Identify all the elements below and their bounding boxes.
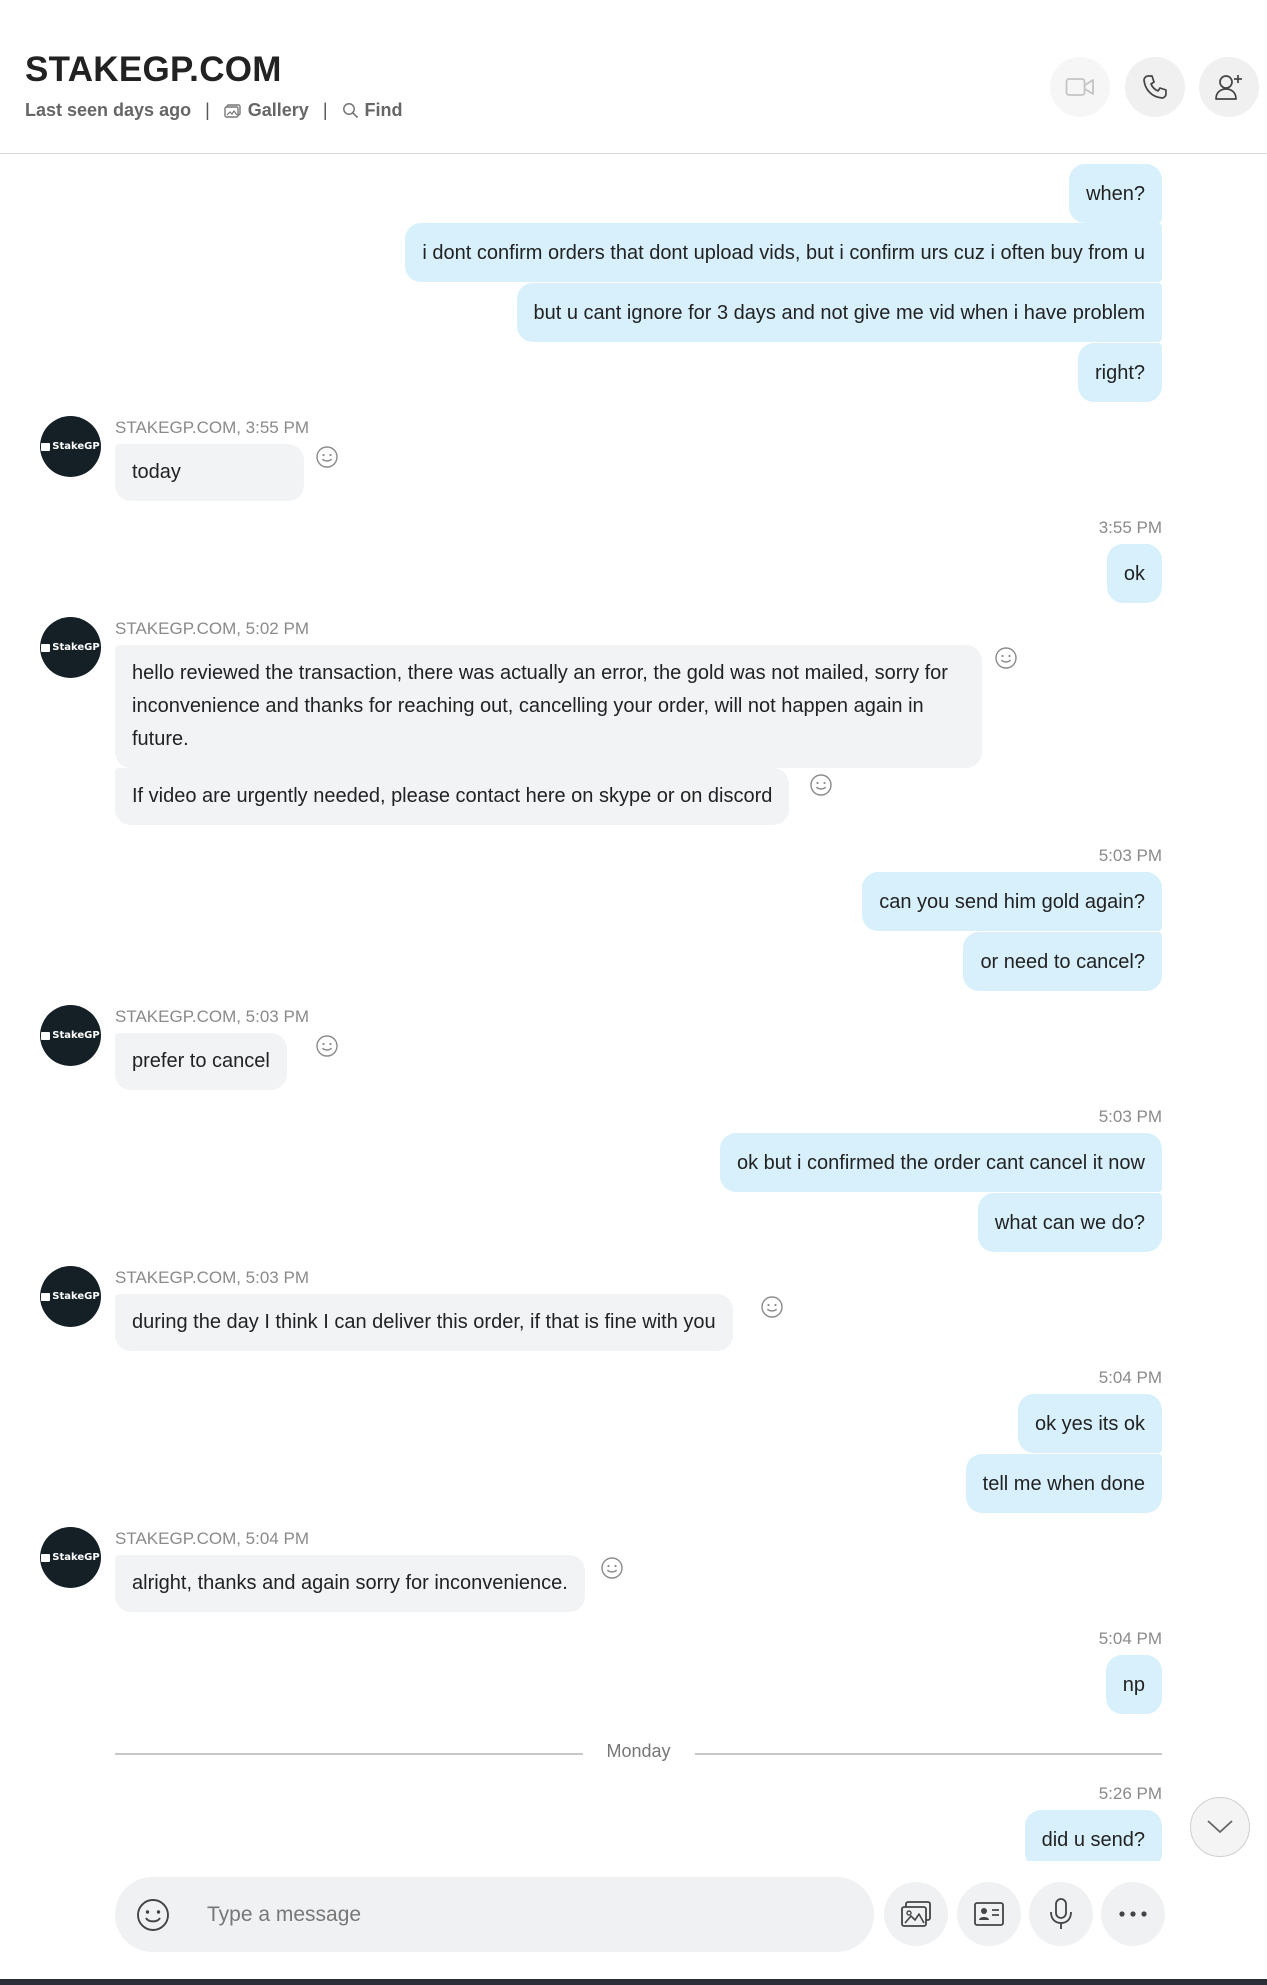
avatar-text: StakeGP [52, 1030, 100, 1041]
audio-call-button[interactable] [1125, 57, 1185, 117]
find-label: Find [364, 100, 403, 120]
last-seen-status: Last seen days ago [25, 100, 192, 120]
outgoing-message[interactable]: ok but i confirmed the order cant cancel… [720, 1133, 1162, 1192]
message-timestamp: 5:03 PM [1098, 1107, 1162, 1126]
avatar[interactable]: StakeGP [40, 1005, 101, 1066]
day-divider: Monday [115, 1741, 1162, 1765]
outgoing-message[interactable]: can you send him gold again? [862, 872, 1162, 931]
add-reaction-icon[interactable] [600, 1556, 624, 1580]
message-timestamp: 5:04 PM [1098, 1368, 1162, 1387]
avatar-text: StakeGP [52, 1552, 100, 1563]
chat-subbar: Last seen days ago | Gallery | Find [25, 100, 403, 121]
avatar[interactable]: StakeGP [40, 617, 101, 678]
add-people-button[interactable] [1199, 57, 1259, 117]
add-reaction-icon[interactable] [315, 445, 339, 469]
outgoing-message[interactable]: what can we do? [977, 1193, 1162, 1252]
outgoing-message[interactable]: or need to cancel? [963, 932, 1162, 991]
avatar-text: StakeGP [52, 1291, 100, 1302]
incoming-message[interactable]: today [115, 444, 304, 501]
message-timestamp: 5:03 PM [1098, 846, 1162, 865]
day-divider-label: Monday [606, 1741, 671, 1761]
outgoing-message[interactable]: tell me when done [965, 1454, 1162, 1513]
add-reaction-icon[interactable] [994, 646, 1018, 670]
record-audio-button[interactable] [1029, 1882, 1093, 1946]
avatar[interactable]: StakeGP [40, 1527, 101, 1588]
incoming-message[interactable]: prefer to cancel [115, 1033, 287, 1090]
outgoing-message[interactable]: np [1105, 1655, 1162, 1714]
sender-timestamp: STAKEGP.COM, 5:03 PM [115, 1268, 309, 1287]
sender-timestamp: STAKEGP.COM, 5:04 PM [115, 1529, 309, 1548]
gallery-icon [901, 1901, 931, 1927]
outgoing-message[interactable]: when? [1069, 164, 1162, 223]
search-icon [342, 103, 358, 119]
message-list[interactable]: when? i dont confirm orders that dont up… [0, 156, 1267, 1861]
gallery-icon [224, 103, 241, 118]
send-media-button[interactable] [884, 1882, 948, 1946]
avatar[interactable]: StakeGP [40, 1266, 101, 1327]
incoming-message[interactable]: If video are urgently needed, please con… [115, 768, 790, 825]
add-reaction-icon[interactable] [760, 1295, 784, 1319]
separator: | [322, 100, 328, 120]
sender-timestamp: STAKEGP.COM, 3:55 PM [115, 418, 309, 437]
message-input[interactable] [207, 1896, 827, 1934]
message-timestamp: 5:26 PM [1098, 1784, 1162, 1803]
outgoing-message[interactable]: i dont confirm orders that dont upload v… [405, 223, 1162, 282]
outgoing-message[interactable]: right? [1077, 343, 1162, 402]
chat-title[interactable]: STAKEGP.COM [25, 50, 282, 90]
send-contact-button[interactable] [957, 1882, 1021, 1946]
incoming-message[interactable]: alright, thanks and again sorry for inco… [115, 1555, 585, 1612]
incoming-message[interactable]: during the day I think I can deliver thi… [115, 1294, 733, 1351]
microphone-icon [1050, 1898, 1072, 1929]
emoji-icon[interactable] [135, 1897, 171, 1933]
message-timestamp: 5:04 PM [1098, 1629, 1162, 1648]
find-link[interactable]: Find [342, 100, 403, 121]
sender-timestamp: STAKEGP.COM, 5:02 PM [115, 619, 309, 638]
outgoing-message[interactable]: did u send? [1024, 1810, 1162, 1861]
gallery-label: Gallery [247, 100, 309, 120]
phone-icon [1143, 75, 1167, 99]
add-reaction-icon[interactable] [315, 1034, 339, 1058]
video-camera-icon [1065, 78, 1094, 96]
add-reaction-icon[interactable] [809, 773, 833, 797]
more-options-button[interactable] [1101, 1882, 1165, 1946]
taskbar-strip [0, 1979, 1267, 1985]
incoming-message[interactable]: hello reviewed the transaction, there wa… [115, 645, 982, 768]
separator: | [205, 100, 210, 120]
video-call-button[interactable] [1050, 57, 1110, 117]
add-person-icon [1215, 75, 1242, 100]
chevron-down-icon [1207, 1820, 1233, 1833]
avatar[interactable]: StakeGP [40, 416, 101, 477]
message-timestamp: 3:55 PM [1098, 518, 1162, 537]
contact-card-icon [974, 1902, 1004, 1926]
outgoing-message[interactable]: ok yes its ok [1017, 1394, 1162, 1453]
chat-header: STAKEGP.COM Last seen days ago | Gallery… [0, 0, 1267, 154]
sender-timestamp: STAKEGP.COM, 5:03 PM [115, 1007, 309, 1026]
scroll-to-bottom-button[interactable] [1190, 1797, 1250, 1857]
avatar-text: StakeGP [52, 441, 100, 452]
outgoing-message[interactable]: but u cant ignore for 3 days and not giv… [516, 283, 1162, 342]
more-icon [1119, 1911, 1147, 1917]
avatar-text: StakeGP [52, 642, 100, 653]
message-composer [115, 1877, 874, 1952]
outgoing-message[interactable]: ok [1106, 544, 1162, 603]
gallery-link[interactable]: Gallery [224, 100, 309, 121]
